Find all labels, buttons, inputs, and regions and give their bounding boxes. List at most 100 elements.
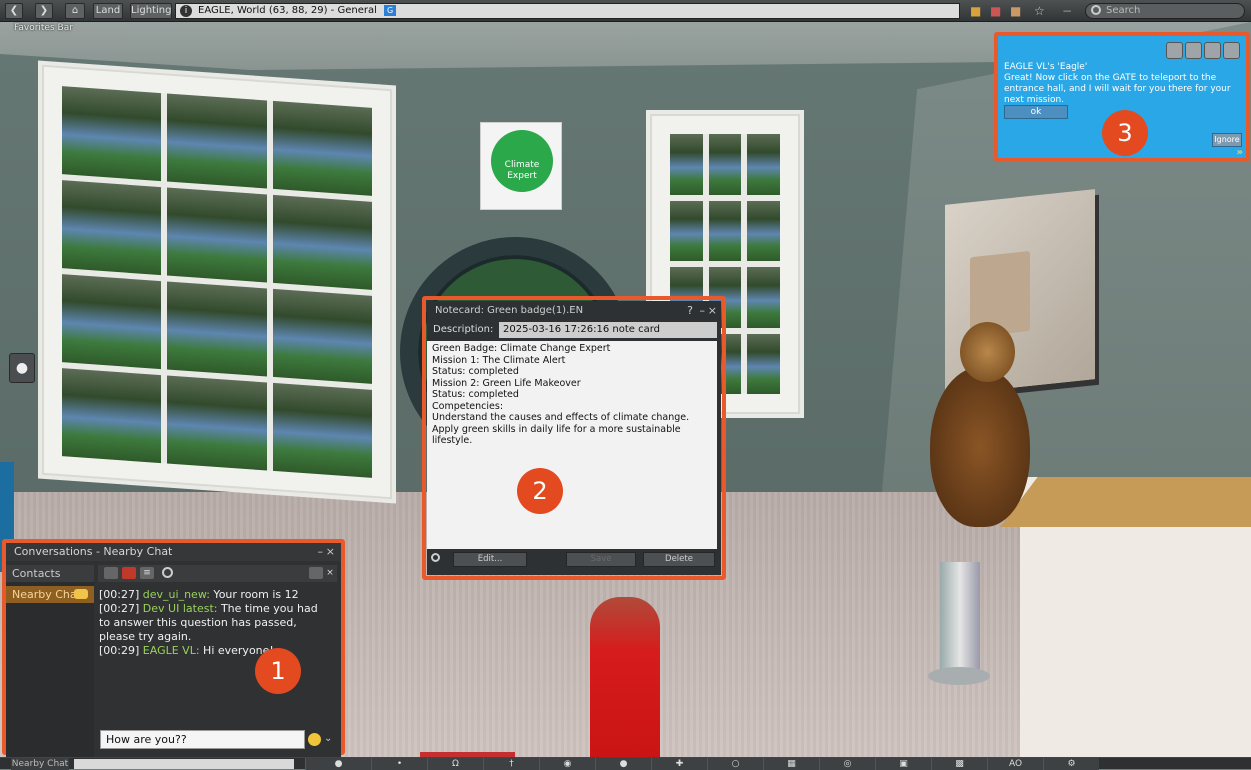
close-icon[interactable]: × — [323, 567, 337, 579]
star-favorite-icon[interactable]: ☆ — [1034, 3, 1045, 19]
conversations-title: Conversations - Nearby Chat — [14, 545, 173, 558]
object-icon — [1204, 42, 1221, 59]
eagle-npc[interactable] — [915, 322, 1045, 572]
save-button[interactable]: Save — [566, 552, 636, 567]
notecard-footer: Edit... Save Delete — [427, 551, 721, 569]
tab-nearby-chat[interactable]: Nearby Chat — [6, 586, 94, 603]
lighting-button[interactable]: Lighting — [130, 3, 172, 19]
map-pin-icon: ● — [15, 360, 29, 376]
people-toolbar-button[interactable]: ● — [595, 758, 651, 770]
chat-sender[interactable]: EAGLE VL: — [143, 644, 200, 657]
notification-icons — [1164, 42, 1240, 62]
chat-input[interactable]: How are you?? — [100, 730, 305, 749]
notification-message: Great! Now click on the GATE to teleport… — [1004, 73, 1231, 105]
notecard-line: Green Badge: Climate Change Expert — [432, 343, 611, 354]
settings-toolbar-button[interactable]: ⚙ — [1043, 758, 1099, 770]
parcel-icon-2[interactable]: ■ — [990, 3, 1001, 19]
location-bar[interactable]: i EAGLE, World (63, 88, 29) - General G — [175, 3, 960, 19]
conversations-panel: Conversations - Nearby Chat – × Contacts… — [6, 543, 341, 757]
minimap-toolbar-button[interactable]: ◎ — [819, 758, 875, 770]
map-toolbar-button[interactable]: ▦ — [763, 758, 819, 770]
gear-icon: ⚙ — [1067, 759, 1076, 769]
climate-expert-badge: Climate Expert — [491, 130, 553, 192]
window-left — [42, 64, 392, 500]
headset-icon: Ω — [452, 759, 459, 769]
nearby-chat-button[interactable]: Nearby Chat — [11, 758, 69, 770]
close-icon[interactable]: × — [326, 543, 335, 561]
notecard-line: Apply green skills in daily life for a m… — [432, 423, 684, 447]
eagle-body — [930, 367, 1030, 527]
inventory-toolbar-button[interactable]: ▩ — [931, 758, 987, 770]
camera-toolbar-button[interactable]: ◉ — [539, 758, 595, 770]
emoji-icon[interactable] — [308, 733, 321, 746]
gestures-toolbar-button[interactable]: † — [483, 758, 539, 770]
chat-sender[interactable]: dev_ui_new: — [143, 588, 210, 601]
list-menu-icon[interactable]: ≡ — [140, 567, 154, 579]
delete-button[interactable]: Delete — [643, 552, 715, 567]
edit-button[interactable]: Edit... — [453, 552, 527, 567]
notecard-line: Mission 1: The Climate Alert — [432, 354, 566, 366]
object-icon — [1185, 42, 1202, 59]
move-icon: ✚ — [675, 759, 684, 769]
compass-icon: ◎ — [843, 759, 852, 769]
search-toolbar-button[interactable]: ○ — [707, 758, 763, 770]
speak-toolbar-button[interactable]: • — [371, 758, 427, 770]
callout-number-1: 1 — [255, 648, 301, 694]
gesture-icon: † — [509, 759, 514, 769]
chat-message: [00:29] EAGLE VL: Hi everyone! — [99, 644, 331, 658]
parcel-icon-1[interactable]: ■ — [970, 3, 981, 19]
camera-icon: ▣ — [899, 759, 908, 769]
chat-text: Your room is 12 — [209, 588, 299, 601]
callout-number-2: 2 — [517, 468, 563, 514]
info-icon[interactable]: i — [180, 5, 192, 17]
ignore-button[interactable]: Ignore — [1212, 133, 1242, 147]
back-button[interactable]: ❮ — [5, 3, 23, 19]
minimize-icon[interactable]: – — [318, 543, 324, 561]
user-avatar[interactable] — [590, 597, 660, 757]
conversation-icon[interactable] — [122, 567, 136, 579]
chevron-right-icon[interactable]: » — [1237, 147, 1243, 158]
nearby-chat-input[interactable] — [74, 759, 294, 769]
notecard-text-area[interactable]: Green Badge: Climate Change Expert Missi… — [427, 341, 717, 549]
snapshot-toolbar-button[interactable]: ▣ — [875, 758, 931, 770]
object-icon — [1166, 42, 1183, 59]
forward-button[interactable]: ❯ — [35, 3, 53, 19]
expand-icon[interactable] — [309, 567, 323, 579]
contacts-tab[interactable]: Contacts — [6, 565, 94, 582]
favorites-bar[interactable]: Favorites Bar — [14, 23, 73, 33]
navigation-bar: ❮ ❯ ⌂ Land Lighting i EAGLE, World (63, … — [0, 0, 1251, 22]
close-icon[interactable]: × — [708, 301, 717, 321]
land-button[interactable]: Land — [93, 3, 123, 19]
chat-history: [00:27] dev_ui_new: Your room is 12 [00:… — [99, 588, 331, 658]
object-icon — [1223, 42, 1240, 59]
move-toolbar-button[interactable]: ✚ — [651, 758, 707, 770]
home-button[interactable]: ⌂ — [65, 3, 85, 19]
search-icon[interactable] — [162, 567, 173, 578]
map-pin-button[interactable]: ● — [9, 353, 35, 383]
help-icon[interactable]: ? — [687, 301, 693, 321]
chat-toolbar-button[interactable]: ● — [305, 758, 371, 770]
parcel-icon-3[interactable]: ■ — [1010, 3, 1021, 19]
chat-sender[interactable]: Dev UI latest: — [143, 602, 218, 615]
poster-text-line1: Climate — [504, 160, 540, 170]
notecard-line: Mission 2: Green Life Makeover — [432, 377, 581, 389]
eye-icon: ◉ — [563, 759, 572, 769]
description-field[interactable]: 2025-03-16 17:26:16 note card — [499, 322, 717, 338]
notecard-line: Understand the causes and effects of cli… — [432, 412, 690, 423]
chat-timestamp: [00:27] — [99, 602, 140, 615]
chat-timestamp: [00:29] — [99, 644, 140, 657]
ao-toolbar-button[interactable]: AO — [987, 758, 1043, 770]
chat-bubble-icon — [74, 589, 88, 599]
minimize-icon[interactable]: – — [700, 301, 706, 321]
tab-label: Nearby Chat — [12, 588, 81, 601]
ok-button[interactable]: ok — [1004, 105, 1068, 119]
eagle-head — [960, 322, 1015, 382]
search-field[interactable]: Search — [1085, 3, 1245, 19]
voice-toolbar-button[interactable]: Ω — [427, 758, 483, 770]
chevron-down-icon[interactable]: ⌄ — [324, 733, 332, 744]
search-icon[interactable] — [431, 553, 440, 562]
notecard-line: Competencies: — [432, 400, 504, 412]
minus-icon[interactable]: − — [1062, 3, 1072, 19]
chat-icon[interactable] — [104, 567, 118, 579]
notecard-line: Status: completed — [432, 389, 519, 400]
